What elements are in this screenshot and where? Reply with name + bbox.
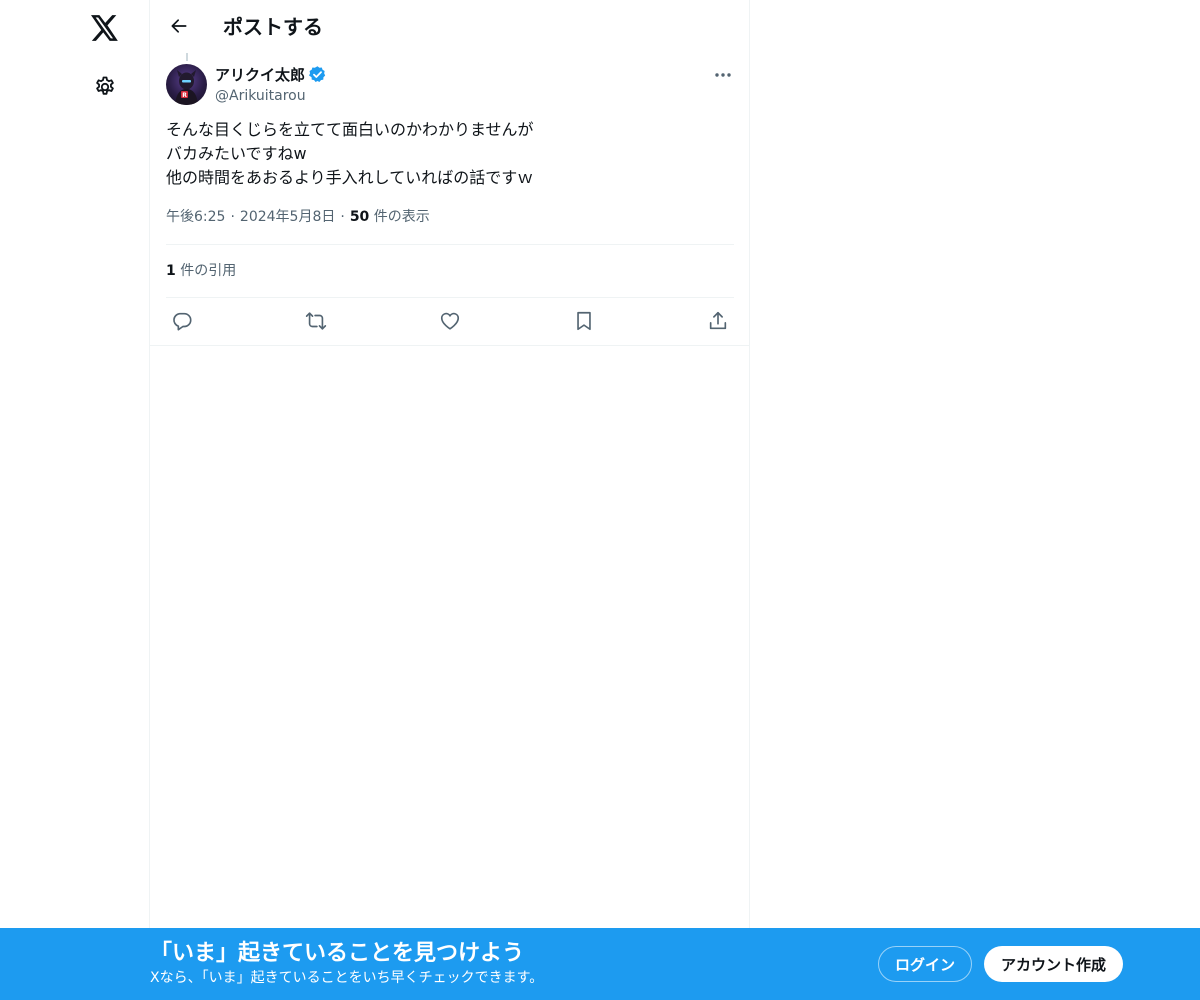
- post-metadata: 午後6:25 · 2024年5月8日 · 50 件の表示: [166, 207, 430, 227]
- post-actions-bar: [166, 305, 734, 337]
- banner-headline: 「いま」起きていることを見つけよう: [150, 941, 525, 966]
- post-author-block: アリクイ太郎 @Arikuitarou: [215, 64, 327, 106]
- meta-separator: ·: [340, 209, 345, 225]
- quotes-count: 1: [166, 263, 176, 279]
- post-date[interactable]: 2024年5月8日: [240, 209, 335, 225]
- quotes-link[interactable]: 1 件の引用: [166, 261, 236, 281]
- share-icon[interactable]: [702, 305, 734, 337]
- page-header: ポストする: [150, 0, 749, 53]
- thread-connector-line: [186, 53, 188, 61]
- bookmark-icon[interactable]: [568, 305, 600, 337]
- svg-text:R: R: [182, 92, 187, 99]
- quotes-label: 件の引用: [180, 263, 237, 279]
- post-text-line: そんな目くじらを立てて面白いのかわかりませんが: [166, 120, 534, 139]
- avatar[interactable]: R: [166, 64, 207, 105]
- signup-banner: 「いま」起きていることを見つけよう Xなら、「いま」起きていることをいち早くチェ…: [0, 928, 1200, 1000]
- divider: [166, 297, 734, 298]
- left-nav-rail: [0, 0, 150, 1000]
- author-display-name[interactable]: アリクイ太郎: [215, 65, 305, 85]
- more-options-icon[interactable]: [708, 64, 738, 86]
- page-title: ポストする: [223, 15, 323, 39]
- views-label: 件の表示: [373, 209, 430, 225]
- create-account-button[interactable]: アカウント作成: [984, 946, 1123, 982]
- post-text-line: バカみたいですねw: [166, 144, 307, 163]
- post-text: そんな目くじらを立てて面白いのかわかりませんが バカみたいですねw 他の時間をあ…: [166, 118, 734, 190]
- meta-separator: ·: [230, 209, 235, 225]
- main-column: ポストする R アリクイ太郎 @Arikuitarou そんな目くじらを立てて面…: [149, 0, 750, 1000]
- heart-icon[interactable]: [434, 305, 466, 337]
- display-name-row: アリクイ太郎: [215, 64, 327, 85]
- post-text-line: 他の時間をあおるより手入れしていればの話ですｗ: [166, 168, 534, 187]
- views-count: 50: [349, 209, 370, 225]
- post-time[interactable]: 午後6:25: [166, 209, 225, 225]
- divider: [166, 244, 734, 245]
- x-logo-icon[interactable]: [85, 8, 125, 48]
- author-handle[interactable]: @Arikuitarou: [215, 86, 327, 106]
- divider: [150, 345, 749, 346]
- reply-icon[interactable]: [166, 305, 198, 337]
- verified-badge-icon[interactable]: [308, 65, 327, 84]
- banner-subtext: Xなら、「いま」起きていることをいち早くチェックできます。: [150, 970, 544, 986]
- back-arrow-icon[interactable]: [162, 9, 196, 43]
- login-button[interactable]: ログイン: [878, 946, 972, 982]
- repost-icon[interactable]: [300, 305, 332, 337]
- settings-gear-icon[interactable]: [85, 67, 125, 107]
